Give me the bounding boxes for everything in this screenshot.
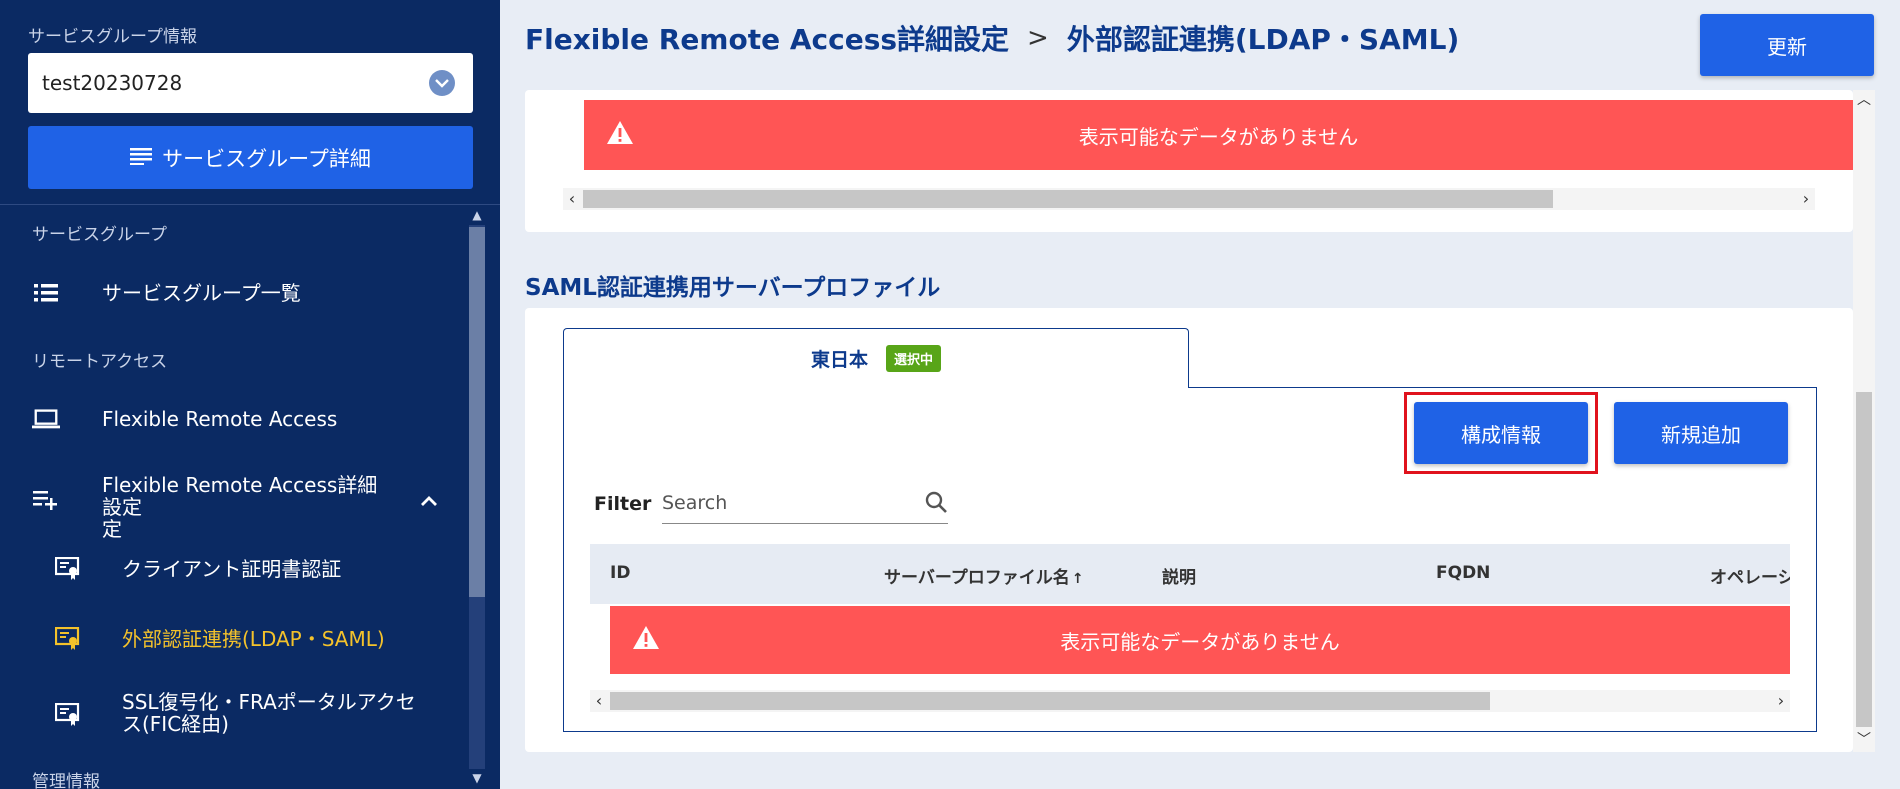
sidebar-section-service-group: サービスグループ (32, 225, 167, 245)
sidebar-nav: サービスグループ サービスグループ一覧 リモートアクセス Flexible Re… (0, 205, 466, 789)
sidebar-item-client-cert-auth[interactable]: クライアント証明書認証 (0, 541, 466, 597)
sidebar-item-label: 外部認証連携(LDAP・SAML) (122, 627, 385, 651)
warning-icon (606, 120, 634, 150)
chevron-down-icon[interactable] (429, 70, 455, 96)
sidebar-item-label: サービスグループ一覧 (102, 281, 301, 305)
update-button[interactable]: 更新 (1700, 14, 1874, 76)
breadcrumb-separator: > (1027, 23, 1049, 53)
scroll-down-arrow-icon[interactable]: ﹀ (1853, 730, 1875, 750)
add-new-button[interactable]: 新規追加 (1614, 402, 1788, 464)
sidebar-item-ssl-decrypt[interactable]: SSL復号化・FRAポータルアクセ ス(FIC経由) (0, 675, 466, 755)
laptop-icon (32, 405, 60, 433)
filter-label: Filter (594, 493, 652, 515)
column-header-profile-name[interactable]: サーバープロファイル名 ↑ (884, 563, 1084, 588)
scrollbar-thumb[interactable] (469, 227, 485, 597)
sidebar-item-label: クライアント証明書認証 (122, 557, 342, 581)
ldap-empty-alert: 表示可能なデータがありません (584, 100, 1853, 170)
saml-horizontal-scrollbar[interactable]: ‹ › (590, 690, 1790, 712)
main-vertical-scrollbar[interactable]: ︿ ﹀ (1853, 90, 1875, 752)
tab-east-japan[interactable]: 東日本 選択中 (563, 328, 1189, 388)
chevron-up-icon[interactable] (420, 488, 438, 512)
scroll-right-arrow-icon[interactable]: › (1797, 188, 1815, 210)
sidebar-item-label-line2: 定 (102, 517, 122, 541)
warning-icon (632, 625, 660, 655)
saml-profile-card: 東日本 選択中 構成情報 新規追加 Filter ID サーバープロファイル名↑… (525, 308, 1853, 752)
sidebar-item-label: Flexible Remote Access詳細設定 定 (102, 474, 382, 540)
main-content: Flexible Remote Access詳細設定 > 外部認証連携(LDAP… (500, 0, 1900, 789)
column-header-operation[interactable]: オペレーシ (1710, 563, 1790, 588)
selected-badge: 選択中 (886, 345, 942, 372)
scrollbar-thumb[interactable] (610, 692, 1490, 710)
search-input[interactable] (662, 484, 912, 522)
sort-asc-icon: ↑ (1071, 571, 1084, 587)
sidebar-section-management: 管理情報 (32, 772, 100, 789)
config-button-highlight: 構成情報 (1404, 392, 1598, 474)
column-header-id[interactable]: ID (610, 563, 630, 583)
scroll-right-arrow-icon[interactable]: › (1772, 690, 1790, 712)
ldap-empty-message: 表示可能なデータがありません (1078, 124, 1359, 149)
scroll-down-arrow-icon[interactable]: ▼ (470, 771, 484, 785)
tab-panel: 構成情報 新規追加 Filter ID サーバープロファイル名↑ 説明 FQDN… (563, 387, 1817, 732)
list-icon (32, 279, 60, 307)
ldap-profile-card: 表示可能なデータがありません ‹ › (525, 90, 1853, 232)
sidebar-section-remote-access: リモートアクセス (32, 352, 168, 372)
menu-lines-icon (130, 146, 153, 170)
tab-label: 東日本 (810, 349, 868, 371)
sidebar-item-label: Flexible Remote Access (102, 407, 338, 431)
sidebar: サービスグループ情報 test20230728 サービスグループ詳細 サービスグ… (0, 0, 500, 789)
breadcrumb-current: 外部認証連携(LDAP・SAML) (1066, 23, 1460, 56)
breadcrumb: Flexible Remote Access詳細設定 > 外部認証連携(LDAP… (525, 18, 1459, 58)
scrollbar-thumb[interactable] (583, 190, 1553, 208)
saml-section-title: SAML認証連携用サーバープロファイル (525, 275, 941, 301)
scroll-left-arrow-icon[interactable]: ‹ (590, 690, 608, 712)
column-header-description[interactable]: 説明 (1162, 563, 1196, 588)
sidebar-scrollbar[interactable]: ▲ ▼ (466, 205, 488, 789)
certificate-icon (54, 555, 82, 583)
sidebar-item-label-line2: ス(FIC経由) (122, 712, 229, 736)
search-field[interactable] (662, 484, 948, 524)
sidebar-item-fra-detail-settings[interactable]: Flexible Remote Access詳細設定 定 (0, 460, 466, 540)
playlist-add-icon (32, 486, 60, 514)
service-group-select[interactable]: test20230728 (28, 53, 473, 113)
saml-empty-message: 表示可能なデータがありません (1060, 629, 1340, 654)
service-group-select-value: test20230728 (42, 71, 183, 95)
service-group-detail-label: サービスグループ詳細 (162, 146, 371, 171)
column-header-fqdn[interactable]: FQDN (1436, 563, 1490, 583)
service-group-info-label: サービスグループ情報 (28, 27, 197, 47)
table-header-row: ID サーバープロファイル名 ↑ 説明 FQDN オペレーシ (590, 544, 1790, 604)
certificate-icon (54, 625, 82, 653)
scroll-left-arrow-icon[interactable]: ‹ (563, 188, 581, 210)
sidebar-item-label: SSL復号化・FRAポータルアクセ ス(FIC経由) (122, 691, 422, 735)
scrollbar-thumb[interactable] (1856, 392, 1872, 727)
certificate-icon (54, 701, 82, 729)
sidebar-item-external-auth[interactable]: 外部認証連携(LDAP・SAML) (0, 611, 466, 667)
sidebar-item-flexible-remote-access[interactable]: Flexible Remote Access (0, 391, 466, 447)
sidebar-item-label-line1: SSL復号化・FRAポータルアクセ (122, 690, 416, 714)
config-info-button[interactable]: 構成情報 (1414, 402, 1588, 464)
scroll-up-arrow-icon[interactable]: ︿ (1853, 90, 1875, 110)
column-header-label: サーバープロファイル名 (884, 568, 1070, 588)
saml-empty-alert: 表示可能なデータがありません (610, 606, 1790, 674)
breadcrumb-parent[interactable]: Flexible Remote Access詳細設定 (525, 18, 1009, 58)
sidebar-item-label-line1: Flexible Remote Access詳細設定 (102, 473, 378, 519)
search-icon[interactable] (924, 490, 948, 518)
sidebar-item-service-group-list[interactable]: サービスグループ一覧 (0, 265, 466, 321)
service-group-detail-button[interactable]: サービスグループ詳細 (28, 126, 473, 189)
scroll-up-arrow-icon[interactable]: ▲ (470, 208, 484, 222)
ldap-horizontal-scrollbar[interactable]: ‹ › (563, 188, 1815, 210)
